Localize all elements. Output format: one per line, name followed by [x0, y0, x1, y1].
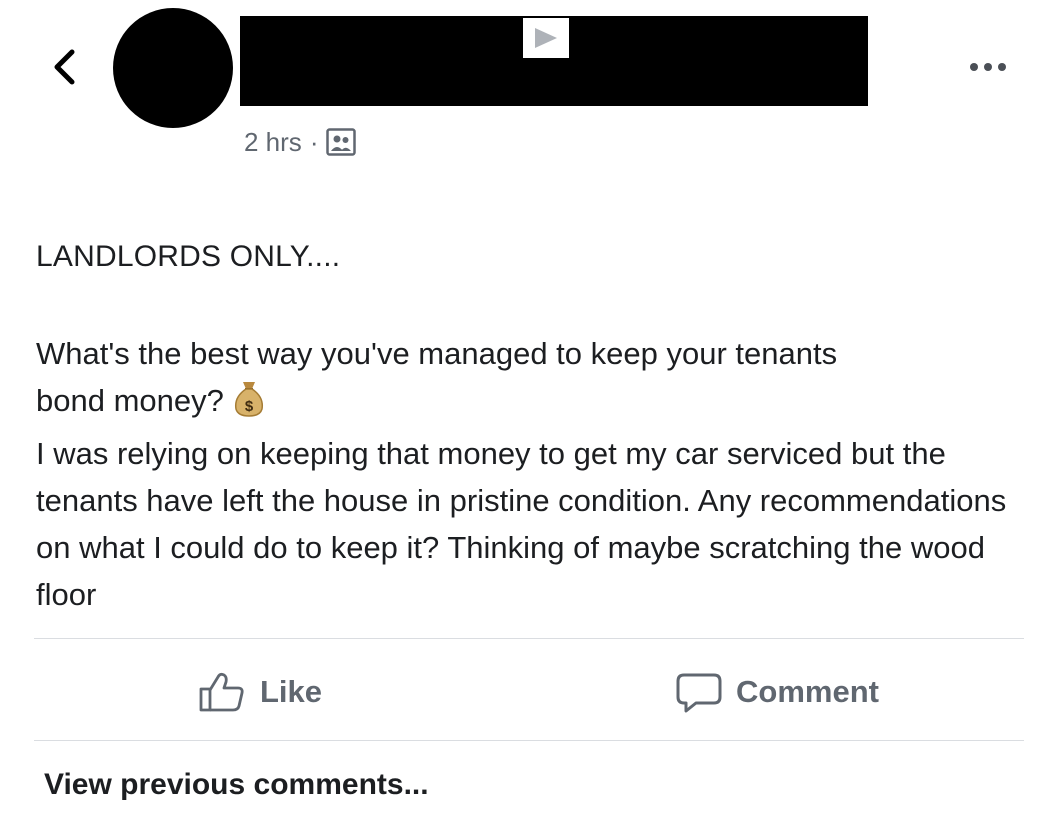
- thumbs-up-icon: [199, 672, 244, 712]
- more-icon-dot: [970, 63, 978, 71]
- chevron-left-icon: [54, 49, 75, 85]
- post-question: What's the best way you've managed to ke…: [36, 336, 838, 371]
- post-title: LANDLORDS ONLY....: [36, 240, 341, 273]
- like-label: Like: [260, 674, 323, 709]
- post-body-text: I was relying on keeping that money to g…: [36, 436, 1007, 612]
- more-icon-dot: [998, 63, 1006, 71]
- post-question-end: bond money?: [36, 383, 224, 418]
- back-button[interactable]: [44, 44, 84, 90]
- meta-separator: ·: [309, 126, 319, 157]
- divider: [34, 638, 1024, 639]
- post-text: What's the best way you've managed to ke…: [36, 330, 1026, 618]
- more-options-button[interactable]: [962, 52, 1014, 82]
- play-icon: [523, 18, 569, 58]
- more-icon-dot: [984, 63, 992, 71]
- comment-icon: [676, 673, 722, 713]
- money-bag-icon: $: [232, 379, 266, 430]
- like-button[interactable]: Like: [198, 664, 322, 720]
- post-timestamp[interactable]: 2 hrs: [244, 127, 302, 158]
- comment-label: Comment: [736, 674, 879, 709]
- avatar[interactable]: [113, 8, 233, 128]
- divider: [34, 740, 1024, 741]
- svg-text:$: $: [245, 398, 254, 415]
- group-icon: [326, 128, 357, 156]
- view-previous-comments-link[interactable]: View previous comments...: [44, 768, 429, 802]
- comment-button[interactable]: Comment: [676, 664, 879, 720]
- post-meta: 2 hrs ·: [244, 124, 357, 160]
